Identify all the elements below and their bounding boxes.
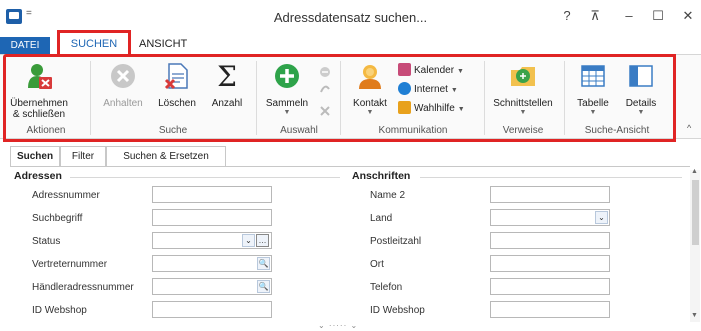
label-ort: Ort [370, 259, 384, 270]
label-vertreternummer: Vertreternummer [32, 259, 108, 270]
ribbon-highlight-frame [3, 54, 676, 142]
title-bar: = Adressdatensatz suchen... ? ⊼ – ☐ ✕ [0, 0, 701, 33]
splitter-grip[interactable]: ⌄ ····· ⌄ [318, 321, 358, 330]
label-land: Land [370, 213, 393, 224]
magnifier-icon[interactable]: 🔍 [257, 280, 270, 293]
subtab-suchen[interactable]: Suchen [10, 146, 60, 167]
id-webshop-right-input[interactable] [490, 301, 610, 318]
label-haendleradressnummer: Händleradressnummer [32, 282, 134, 293]
scroll-down-icon[interactable]: ▼ [691, 312, 698, 319]
label-id-webshop-right: ID Webshop [370, 305, 425, 316]
label-status: Status [32, 236, 61, 247]
telefon-input[interactable] [490, 278, 610, 295]
search-subtabs: Suchen Filter Suchen & Ersetzen [10, 146, 690, 167]
adressnummer-input[interactable] [152, 186, 272, 203]
label-telefon: Telefon [370, 282, 403, 293]
label-id-webshop: ID Webshop [32, 305, 87, 316]
chevron-down-icon[interactable]: ⌄ [595, 211, 608, 224]
maximize-button[interactable]: ☐ [648, 7, 668, 25]
label-postleitzahl: Postleitzahl [370, 236, 422, 247]
collapse-ribbon-icon[interactable]: ^ [687, 123, 691, 133]
section-addresses: Adressen [14, 170, 62, 182]
label-name-2: Name 2 [370, 190, 406, 201]
help-button[interactable]: ? [557, 7, 577, 25]
status-select[interactable]: ⌄ … [152, 232, 272, 249]
more-options-icon[interactable]: … [256, 234, 269, 247]
ort-input[interactable] [490, 255, 610, 272]
scrollbar-thumb[interactable] [692, 180, 699, 245]
subtab-divider [10, 166, 690, 167]
vertreternummer-input[interactable]: 🔍 [152, 255, 272, 272]
id-webshop-input[interactable] [152, 301, 272, 318]
tab-suchen-label: SUCHEN [70, 38, 118, 50]
ribbon-display-button[interactable]: ⊼ [585, 7, 605, 25]
tab-datei[interactable]: DATEI [0, 37, 50, 54]
section-addresses-right: Anschriften [352, 170, 411, 182]
chevron-down-icon[interactable]: ⌄ [242, 234, 255, 247]
label-suchbegriff: Suchbegriff [32, 213, 83, 224]
postleitzahl-input[interactable] [490, 232, 610, 249]
haendleradressnummer-input[interactable]: 🔍 [152, 278, 272, 295]
tab-suchen[interactable]: SUCHEN [57, 30, 131, 56]
scroll-up-icon[interactable]: ▲ [691, 168, 698, 175]
land-select[interactable]: ⌄ [490, 209, 610, 226]
tab-ansicht[interactable]: ANSICHT [139, 38, 187, 50]
menu-tabs: DATEI SUCHEN ANSICHT [0, 30, 701, 56]
suchbegriff-input[interactable] [152, 209, 272, 226]
name-2-input[interactable] [490, 186, 610, 203]
section-divider [420, 177, 682, 178]
subtab-suchen-ersetzen[interactable]: Suchen & Ersetzen [106, 146, 226, 167]
label-adressnummer: Adressnummer [32, 190, 100, 201]
minimize-button[interactable]: – [619, 7, 639, 25]
close-button[interactable]: ✕ [678, 7, 698, 25]
magnifier-icon[interactable]: 🔍 [257, 257, 270, 270]
section-divider [70, 177, 340, 178]
subtab-filter[interactable]: Filter [60, 146, 106, 167]
